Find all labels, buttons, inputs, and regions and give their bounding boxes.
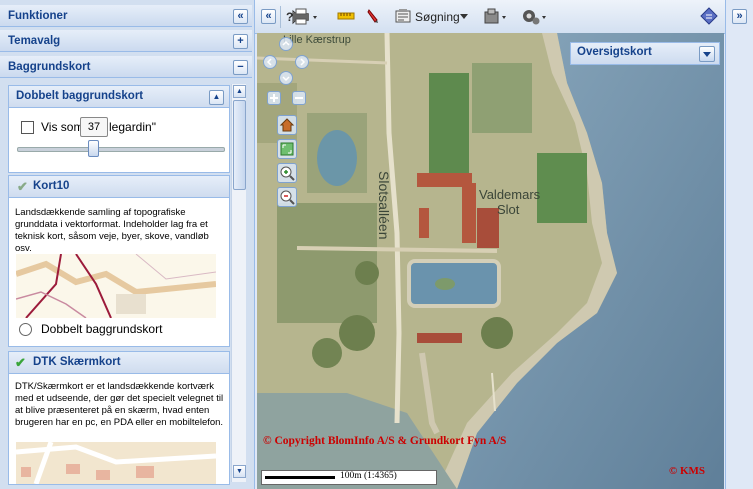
chevron-right-icon xyxy=(300,58,306,66)
full-extent-button[interactable] xyxy=(277,139,297,159)
check-icon: ✔ xyxy=(17,179,28,194)
scroll-down-button[interactable]: ▼ xyxy=(233,465,246,478)
toolbar-separator xyxy=(280,6,281,28)
scale-bar-line xyxy=(265,476,335,479)
map-label-slotsalleen: Slotsalléen xyxy=(376,171,392,240)
zoom-out-icon xyxy=(280,190,295,205)
chevron-down-icon xyxy=(282,76,290,82)
dtk-thumbnail xyxy=(16,442,216,484)
map-label-lille-kaerstrup: Lille Kærstrup xyxy=(283,34,351,46)
dobbelt-title: Dobbelt baggrundskort xyxy=(16,90,144,102)
zoom-in-icon xyxy=(280,166,295,181)
tools-icon[interactable] xyxy=(484,8,508,26)
pan-left-button[interactable] xyxy=(263,55,277,69)
transparency-slider-thumb[interactable] xyxy=(88,140,99,157)
dobbelt-baggrundskort-panel: Dobbelt baggrundskort ▲ Vis som legardin… xyxy=(8,85,230,173)
map-label-slot: Slot xyxy=(497,202,520,217)
chevron-up-icon xyxy=(282,40,290,46)
dobbelt-title-bar: Dobbelt baggrundskort ▲ xyxy=(9,86,229,108)
home-extent-button[interactable] xyxy=(277,115,297,135)
kort10-radio-label: Dobbelt baggrundskort xyxy=(41,322,163,336)
expand-temavalg-button[interactable]: + xyxy=(233,34,248,49)
pan-down-button[interactable] xyxy=(279,71,293,85)
dtk-description: DTK/Skærmkort er et landsdækkende kortvæ… xyxy=(15,381,224,428)
zoom-out-button[interactable] xyxy=(292,91,306,105)
kms-copyright: © KMS xyxy=(669,465,706,477)
zoom-box-in-button[interactable] xyxy=(277,163,297,183)
kort10-thumbnail xyxy=(16,254,216,318)
funktioner-header[interactable]: Funktioner « xyxy=(0,5,252,27)
measure-icon[interactable] xyxy=(337,10,355,22)
dtk-skaermkort-panel[interactable]: ✔ DTK Skærmkort DTK/Skærmkort er et land… xyxy=(8,351,230,485)
funktioner-label: Funktioner xyxy=(8,10,68,22)
overview-toggle-button[interactable] xyxy=(699,46,715,62)
scale-label: 100m (1:4365) xyxy=(340,471,397,481)
scale-bar: 100m (1:4365) xyxy=(261,470,437,485)
collapse-baggrundskort-button[interactable]: − xyxy=(233,60,248,75)
chevron-down-icon[interactable] xyxy=(460,14,468,20)
settings-gear-icon[interactable] xyxy=(520,7,548,27)
print-button[interactable] xyxy=(291,8,319,26)
expand-icon xyxy=(280,142,294,156)
pen-icon[interactable] xyxy=(366,8,380,24)
minus-icon xyxy=(295,97,303,99)
checkbox-label-post: legardin" xyxy=(109,120,156,134)
map-view[interactable]: Lille Kærstrup Slotsalléen Valdemars Slo… xyxy=(257,33,724,489)
kort10-title-bar: ✔ Kort10 xyxy=(9,176,229,198)
plus-icon xyxy=(270,94,278,102)
chevron-down-icon xyxy=(703,52,711,57)
search-menu-label[interactable]: Søgning xyxy=(415,8,460,26)
pan-right-button[interactable] xyxy=(295,55,309,69)
overview-map-header[interactable]: Oversigtskort xyxy=(570,42,720,65)
help-book-icon[interactable] xyxy=(700,7,718,25)
aerial-map[interactable] xyxy=(257,33,724,489)
layer-list-scrollbar[interactable]: ▲ ▼ xyxy=(231,84,246,482)
collapse-dobbelt-button[interactable]: ▲ xyxy=(209,90,224,105)
scroll-thumb[interactable] xyxy=(233,100,246,190)
checkbox-label-pre: Vis som xyxy=(41,120,84,134)
scroll-up-button[interactable]: ▲ xyxy=(233,85,246,98)
kort10-panel[interactable]: ✔ Kort10 Landsdækkende samling af topogr… xyxy=(8,175,230,347)
pan-up-button[interactable] xyxy=(279,37,293,51)
kort10-description: Landsdækkende samling af topografiske gr… xyxy=(15,207,209,254)
temavalg-header[interactable]: Temavalg + xyxy=(0,30,252,52)
home-icon xyxy=(279,118,295,132)
temavalg-label: Temavalg xyxy=(8,35,61,47)
chevron-left-icon xyxy=(266,58,272,66)
check-icon: ✔ xyxy=(15,355,26,370)
copyright-text: © Copyright BlomInfo A/S & Grundkort Fyn… xyxy=(263,435,507,447)
zoom-in-button[interactable] xyxy=(267,91,281,105)
zoom-box-out-button[interactable] xyxy=(277,187,297,207)
slider-value-tooltip: 37 xyxy=(80,117,108,137)
map-label-valdemars: Valdemars xyxy=(479,187,541,202)
expand-right-button[interactable]: » xyxy=(732,9,747,24)
collapse-panel-button[interactable]: « xyxy=(233,9,248,24)
dtk-title-bar: ✔ DTK Skærmkort xyxy=(9,352,229,374)
map-toolbar: « ? Søgning xyxy=(255,0,725,34)
left-panel: Funktioner « Temavalg + Baggrundskort − … xyxy=(0,0,255,489)
collapse-left-button[interactable]: « xyxy=(261,9,276,24)
baggrundskort-label: Baggrundskort xyxy=(8,61,91,73)
overview-map-label: Oversigtskort xyxy=(577,46,652,58)
transparency-slider-track[interactable] xyxy=(17,147,225,152)
baggrundskort-header[interactable]: Baggrundskort − xyxy=(0,56,252,78)
kort10-radio[interactable] xyxy=(19,323,32,336)
search-icon[interactable] xyxy=(395,8,411,24)
right-panel-collapsed: » xyxy=(725,0,753,489)
rullegardin-checkbox[interactable] xyxy=(21,121,34,134)
